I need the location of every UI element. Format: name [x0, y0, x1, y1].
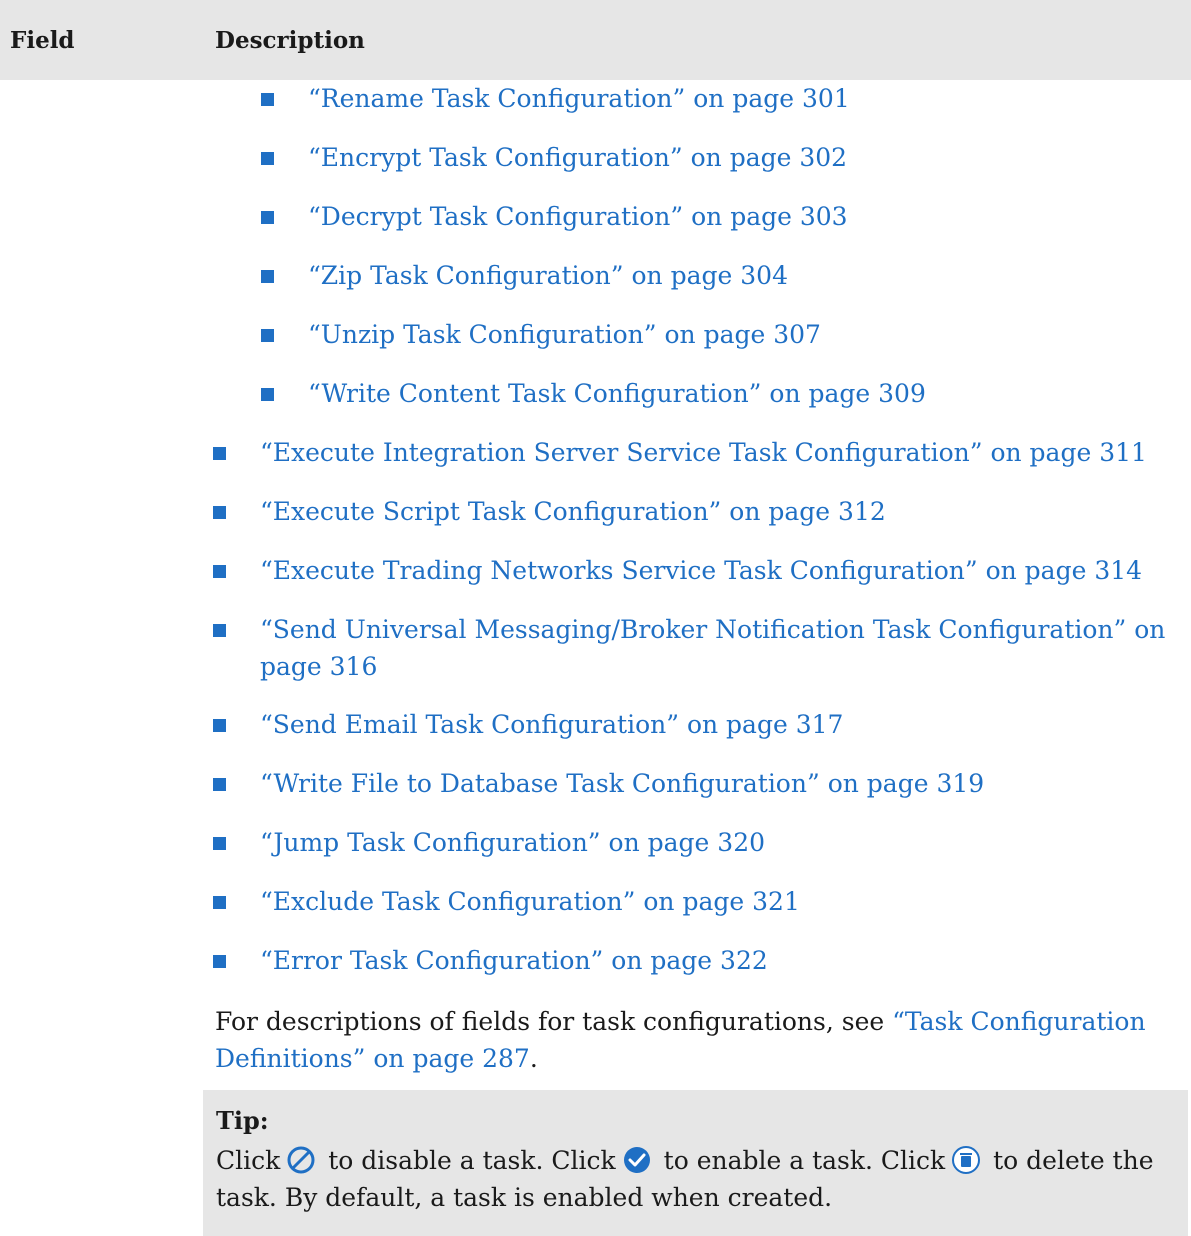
bullet-icon	[213, 955, 226, 968]
table-header: Field Description	[0, 0, 1191, 80]
paragraph-end: .	[529, 1044, 538, 1073]
tip-body: Click to disable a task. Click to enable…	[216, 1142, 1176, 1216]
list-item: “Exclude Task Configuration” on page 321	[213, 883, 1183, 920]
decrypt-task-link[interactable]: “Decrypt Task Configuration” on page 303	[308, 198, 848, 235]
list-item: “Jump Task Configuration” on page 320	[213, 824, 1183, 861]
task-config-description: For descriptions of fields for task conf…	[215, 1003, 1175, 1077]
bullet-icon	[213, 719, 226, 732]
bullet-icon	[213, 778, 226, 791]
delete-icon[interactable]	[951, 1145, 981, 1175]
bullet-icon	[261, 211, 274, 224]
write-content-task-link[interactable]: “Write Content Task Configuration” on pa…	[308, 375, 926, 412]
execute-tn-service-task-link[interactable]: “Execute Trading Networks Service Task C…	[260, 552, 1142, 589]
list-item: “Error Task Configuration” on page 322	[213, 942, 1183, 979]
send-um-broker-notification-task-link[interactable]: “Send Universal Messaging/Broker Notific…	[260, 611, 1183, 685]
exclude-task-link[interactable]: “Exclude Task Configuration” on page 321	[260, 883, 800, 920]
paragraph-text: For descriptions of fields for task conf…	[215, 1007, 893, 1036]
bullet-icon	[261, 329, 274, 342]
bullet-icon	[213, 837, 226, 850]
tip-click-text: Click	[216, 1146, 281, 1175]
enable-check-icon[interactable]	[622, 1145, 652, 1175]
write-file-to-database-task-link[interactable]: “Write File to Database Task Configurati…	[260, 765, 984, 802]
encrypt-task-link[interactable]: “Encrypt Task Configuration” on page 302	[308, 139, 847, 176]
list-item: “Write Content Task Configuration” on pa…	[261, 375, 926, 412]
bullet-icon	[261, 388, 274, 401]
bullet-icon	[213, 896, 226, 909]
bullet-icon	[261, 93, 274, 106]
list-item: “Execute Integration Server Service Task…	[213, 434, 1183, 471]
unzip-task-link[interactable]: “Unzip Task Configuration” on page 307	[308, 316, 821, 353]
bullet-icon	[213, 624, 226, 637]
description-column-header: Description	[215, 27, 365, 54]
list-item: “Decrypt Task Configuration” on page 303	[261, 198, 848, 235]
list-item: “Write File to Database Task Configurati…	[213, 765, 1183, 802]
execute-is-service-task-link[interactable]: “Execute Integration Server Service Task…	[260, 434, 1147, 471]
zip-task-link[interactable]: “Zip Task Configuration” on page 304	[308, 257, 788, 294]
list-item: “Rename Task Configuration” on page 301	[261, 80, 850, 117]
tip-box: Tip: Click to disable a task. Click to e…	[203, 1090, 1188, 1236]
list-item: “Send Universal Messaging/Broker Notific…	[213, 611, 1183, 685]
bullet-icon	[213, 565, 226, 578]
tip-label: Tip:	[216, 1106, 269, 1135]
error-task-link[interactable]: “Error Task Configuration” on page 322	[260, 942, 768, 979]
list-item: “Unzip Task Configuration” on page 307	[261, 316, 821, 353]
jump-task-link[interactable]: “Jump Task Configuration” on page 320	[260, 824, 765, 861]
tip-disable-text: to disable a task. Click	[320, 1146, 616, 1175]
field-column-header: Field	[10, 27, 75, 54]
list-item: “Zip Task Configuration” on page 304	[261, 257, 788, 294]
bullet-icon	[213, 447, 226, 460]
tip-enable-text: to enable a task. Click	[655, 1146, 946, 1175]
disable-icon[interactable]	[286, 1145, 316, 1175]
list-item: “Execute Script Task Configuration” on p…	[213, 493, 1183, 530]
send-email-task-link[interactable]: “Send Email Task Configuration” on page …	[260, 706, 843, 743]
bullet-icon	[261, 270, 274, 283]
execute-script-task-link[interactable]: “Execute Script Task Configuration” on p…	[260, 493, 886, 530]
bullet-icon	[261, 152, 274, 165]
bullet-icon	[213, 506, 226, 519]
list-item: “Send Email Task Configuration” on page …	[213, 706, 1183, 743]
list-item: “Encrypt Task Configuration” on page 302	[261, 139, 847, 176]
rename-task-link[interactable]: “Rename Task Configuration” on page 301	[308, 80, 850, 117]
list-item: “Execute Trading Networks Service Task C…	[213, 552, 1183, 589]
